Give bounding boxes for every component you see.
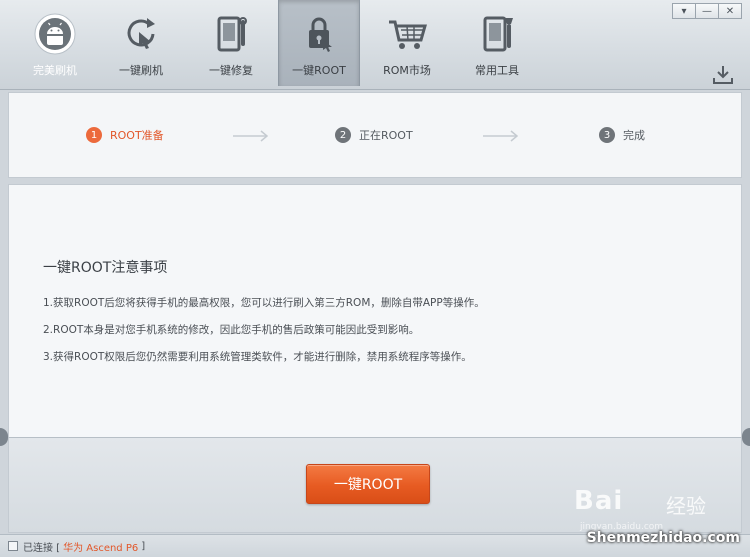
watermark-logo: Bai [574, 486, 624, 516]
notes-title: 一键ROOT注意事项 [43, 260, 168, 276]
watermark-site: Shenmezhidao.com [586, 530, 740, 546]
left-collapse-handle[interactable] [0, 428, 8, 446]
note-item: 3.获得ROOT权限后您仍然需要利用系统管理类软件，才能进行删除，禁用系统程序等… [43, 351, 472, 363]
note-item: 2.ROOT本身是对您手机系统的修改，因此您手机的售后政策可能因此受到影响。 [43, 324, 420, 336]
toolbar-perfect-flash-button[interactable]: 完美刷机 [14, 0, 96, 86]
toolbar-label: 一键刷机 [119, 64, 163, 77]
phone-repair-icon [209, 12, 253, 56]
toolbar-label: ROM市场 [383, 64, 431, 77]
step-label: ROOT准备 [110, 129, 164, 142]
step-arrow-icon [483, 130, 519, 142]
one-click-root-button[interactable]: 一键ROOT [306, 464, 430, 504]
window-controls: ▾ — ✕ [672, 3, 742, 19]
step-label: 完成 [623, 129, 645, 142]
phone-lock-icon [297, 12, 341, 56]
step-root-prepare: 1 ROOT准备 [86, 127, 164, 143]
root-notes-panel: 一键ROOT注意事项 1.获取ROOT后您将获得手机的最高权限，您可以进行刷入第… [8, 184, 742, 437]
watermark-logo-cn: 经验 [666, 494, 706, 518]
toolbar-common-tools-button[interactable]: 常用工具 [456, 0, 538, 86]
step-complete: 3 完成 [599, 127, 645, 143]
step-rooting: 2 正在ROOT [335, 127, 413, 143]
toolbar-label: 常用工具 [475, 64, 519, 77]
toolbar-one-click-repair-button[interactable]: 一键修复 [190, 0, 272, 86]
close-button[interactable]: ✕ [718, 3, 742, 19]
toolbar-rom-market-button[interactable]: ROM市场 [366, 0, 448, 86]
connection-indicator [8, 541, 18, 551]
step-arrow-icon [233, 130, 269, 142]
note-item: 1.获取ROOT后您将获得手机的最高权限，您可以进行刷入第三方ROM，删除自带A… [43, 297, 485, 309]
main-toolbar: 完美刷机 一键刷机 一键修复 一键ROOT ROM市场 常用工具 ▾ — ✕ [0, 0, 750, 90]
device-name: 华为 Ascend P6 [63, 542, 139, 554]
download-icon [713, 66, 733, 84]
tap-refresh-icon [119, 12, 163, 56]
minimize-button[interactable]: — [695, 3, 719, 19]
android-icon [33, 12, 77, 56]
step-number: 3 [599, 127, 615, 143]
toolbar-label: 一键修复 [209, 64, 253, 77]
connection-status-suffix: ] [141, 540, 146, 552]
progress-steps: 1 ROOT准备 2 正在ROOT 3 完成 [8, 92, 742, 178]
right-collapse-handle[interactable] [742, 428, 750, 446]
phone-tools-icon [475, 12, 519, 56]
watermark: Bai 经验 jingyan.baidu.com Shenmezhidao.co… [574, 478, 744, 550]
toolbar-label: 一键ROOT [292, 64, 346, 77]
toolbar-one-click-flash-button[interactable]: 一键刷机 [100, 0, 182, 86]
toolbar-label: 完美刷机 [33, 64, 77, 77]
connection-status-label: 已连接 [ [23, 542, 61, 554]
toolbar-one-click-root-tab[interactable]: 一键ROOT [278, 0, 360, 86]
download-button[interactable] [710, 64, 736, 86]
shopping-cart-icon [385, 12, 429, 56]
menu-dropdown-button[interactable]: ▾ [672, 3, 696, 19]
step-number: 2 [335, 127, 351, 143]
step-label: 正在ROOT [359, 129, 413, 142]
step-number: 1 [86, 127, 102, 143]
